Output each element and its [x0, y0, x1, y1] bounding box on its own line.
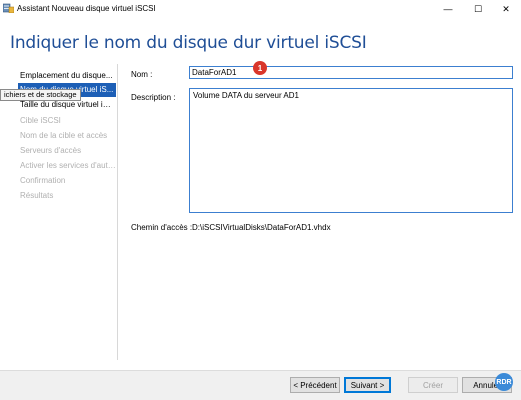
annotation-step-1-badge: 1 — [253, 61, 267, 75]
wizard-steps-nav: Emplacement du disque... Nom du disque v… — [0, 64, 118, 364]
server-disk-icon — [3, 3, 14, 13]
watermark-logo: RDR — [495, 373, 513, 391]
maximize-icon: ☐ — [473, 3, 483, 14]
path-label: Chemin d'accès : — [131, 223, 193, 232]
close-icon: ✕ — [502, 3, 510, 14]
nav-item-emplacement[interactable]: Emplacement du disque... — [20, 69, 116, 83]
previous-button[interactable]: < Précédent — [290, 377, 340, 393]
description-textarea[interactable]: Volume DATA du serveur AD1 — [189, 88, 513, 213]
name-input[interactable]: DataForAD1 — [189, 66, 513, 79]
nav-item-serveurs: Serveurs d'accès — [20, 146, 82, 155]
create-button: Créer — [408, 377, 458, 393]
next-button[interactable]: Suivant > — [344, 377, 391, 393]
name-label: Nom : — [131, 70, 153, 79]
nav-item-cible: Cible iSCSI — [20, 116, 61, 125]
path-value: D:\iSCSIVirtualDisks\DataForAD1.vhdx — [192, 223, 331, 232]
nav-item-nom-cible: Nom de la cible et accès — [20, 131, 108, 140]
maximize-button[interactable]: ☐ — [463, 0, 493, 18]
nav-item-authentification: Activer les services d'auth... — [20, 161, 116, 170]
minimize-button[interactable]: — — [433, 0, 463, 18]
tooltip: ichiers et de stockage — [0, 89, 81, 101]
nav-divider — [117, 64, 118, 360]
title-bar: Assistant Nouveau disque virtuel iSCSI —… — [0, 0, 521, 18]
minimize-icon: — — [443, 4, 453, 14]
nav-item-resultats: Résultats — [20, 191, 54, 200]
nav-item-confirmation: Confirmation — [20, 176, 66, 185]
description-label: Description : — [131, 93, 176, 102]
window-title: Assistant Nouveau disque virtuel iSCSI — [17, 4, 156, 13]
close-button[interactable]: ✕ — [491, 0, 521, 18]
page-title: Indiquer le nom du disque dur virtuel iS… — [10, 33, 367, 53]
